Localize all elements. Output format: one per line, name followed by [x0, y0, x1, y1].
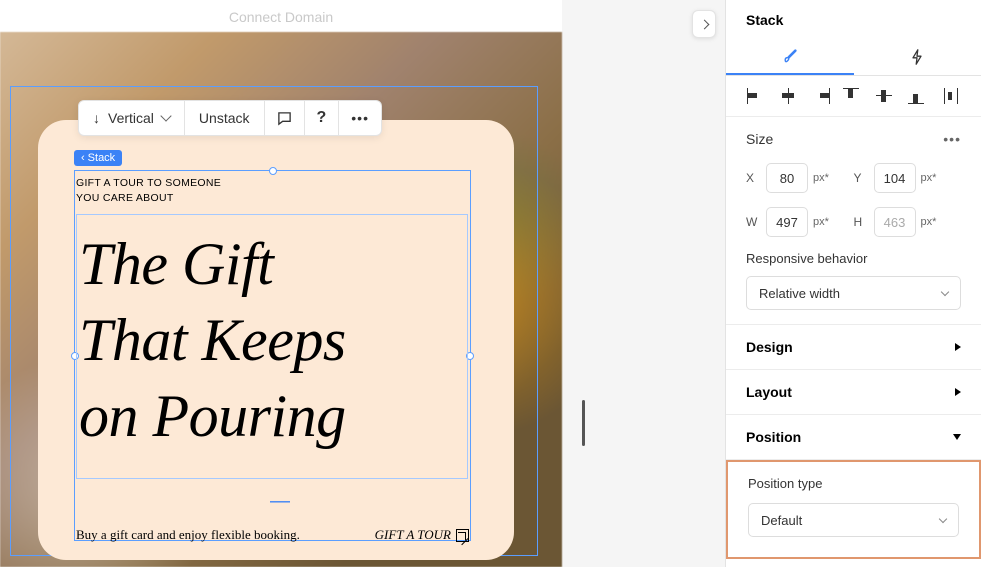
chevron-left-icon: ‹ — [81, 152, 85, 164]
position-section-label: Position — [746, 429, 801, 445]
help-button[interactable]: ? — [305, 101, 340, 135]
help-icon: ? — [317, 109, 327, 127]
w-input[interactable] — [766, 207, 808, 237]
headline-line1: The Gift — [79, 227, 465, 303]
overline-line1: GIFT A TOUR TO SOMEONE — [76, 176, 469, 191]
w-label: W — [746, 215, 766, 229]
position-type-value: Default — [761, 513, 802, 528]
layout-section-toggle[interactable]: Layout — [726, 370, 981, 415]
overline-line2: YOU CARE ABOUT — [76, 191, 469, 206]
cta-label: GIFT A TOUR — [375, 527, 451, 543]
x-input[interactable] — [766, 163, 808, 193]
size-label: Size — [746, 131, 773, 147]
direction-label: Vertical — [108, 110, 154, 126]
design-section-label: Design — [746, 339, 793, 355]
footer-text: Buy a gift card and enjoy flexible booki… — [76, 527, 300, 543]
y-input[interactable] — [874, 163, 916, 193]
stack-badge[interactable]: ‹ Stack — [74, 150, 122, 166]
position-section-toggle[interactable]: Position — [726, 415, 981, 460]
position-type-dropdown[interactable]: Default — [748, 503, 959, 537]
unstack-label: Unstack — [199, 110, 250, 126]
headline-line2: That Keeps — [79, 303, 465, 379]
triangle-down-icon — [953, 434, 961, 440]
canvas-scroll-indicator[interactable] — [582, 400, 585, 446]
responsive-label: Responsive behavior — [746, 251, 961, 266]
align-bottom-button[interactable] — [908, 88, 928, 104]
align-top-button[interactable] — [843, 88, 863, 104]
responsive-dropdown[interactable]: Relative width — [746, 276, 961, 310]
card-footer: Buy a gift card and enjoy flexible booki… — [76, 527, 469, 543]
align-middle-button[interactable] — [876, 88, 896, 104]
more-button[interactable]: ••• — [339, 101, 381, 135]
comment-icon — [277, 111, 292, 126]
x-unit: px* — [813, 172, 829, 184]
alignment-controls — [726, 76, 981, 117]
distribute-button[interactable] — [941, 88, 961, 104]
responsive-value: Relative width — [759, 286, 840, 301]
more-icon: ••• — [351, 110, 369, 126]
headline-line3: on Pouring — [79, 379, 465, 455]
arrow-down-icon: ↓ — [93, 110, 100, 126]
inspector-title: Stack — [726, 0, 981, 38]
x-label: X — [746, 171, 766, 185]
inspector-panel: Stack Size ••• X px* — [725, 0, 981, 567]
cta-link[interactable]: GIFT A TOUR — [375, 527, 469, 543]
headline-selection[interactable]: The Gift That Keeps on Pouring — [76, 214, 468, 479]
align-center-button[interactable] — [779, 88, 799, 104]
tab-animation[interactable] — [854, 38, 981, 75]
y-label: Y — [854, 171, 874, 185]
size-section: Size ••• X px* Y px* W px* H — [726, 117, 981, 325]
element-toolbar: ↓ Vertical Unstack ? ••• — [78, 100, 382, 136]
w-unit: px* — [813, 216, 829, 228]
content-text-block: GIFT A TOUR TO SOMEONE YOU CARE ABOUT Th… — [76, 176, 469, 479]
chevron-down-icon — [160, 110, 171, 121]
size-more-button[interactable]: ••• — [943, 131, 961, 147]
y-unit: px* — [921, 172, 937, 184]
bolt-icon — [910, 49, 924, 65]
connect-domain-label: Connect Domain — [0, 9, 562, 25]
h-unit: px* — [921, 216, 937, 228]
brush-icon — [782, 48, 798, 64]
chevron-down-icon — [939, 514, 947, 522]
position-panel: Position type Default — [726, 460, 981, 559]
h-label: H — [854, 215, 874, 229]
tab-design[interactable] — [726, 38, 854, 75]
unstack-button[interactable]: Unstack — [185, 101, 265, 135]
panel-collapse-button[interactable] — [692, 10, 716, 38]
direction-dropdown[interactable]: ↓ Vertical — [79, 101, 185, 135]
design-section-toggle[interactable]: Design — [726, 325, 981, 370]
comment-button[interactable] — [265, 101, 305, 135]
align-right-button[interactable] — [811, 88, 831, 104]
layout-section-label: Layout — [746, 384, 792, 400]
chevron-right-icon — [699, 19, 709, 29]
inspector-tabs — [726, 38, 981, 76]
triangle-right-icon — [955, 343, 961, 351]
canvas-area: Connect Domain ‹ Stack ↓ Vertical Unstac… — [0, 0, 562, 567]
position-type-label: Position type — [748, 476, 959, 491]
chevron-down-icon — [941, 287, 949, 295]
add-element-indicator[interactable]: — — [270, 490, 290, 513]
arrow-up-right-icon — [456, 529, 469, 542]
h-input[interactable] — [874, 207, 916, 237]
resize-handle-top[interactable] — [269, 167, 277, 175]
stack-badge-label: Stack — [88, 152, 116, 164]
triangle-right-icon — [955, 388, 961, 396]
align-left-button[interactable] — [746, 88, 766, 104]
